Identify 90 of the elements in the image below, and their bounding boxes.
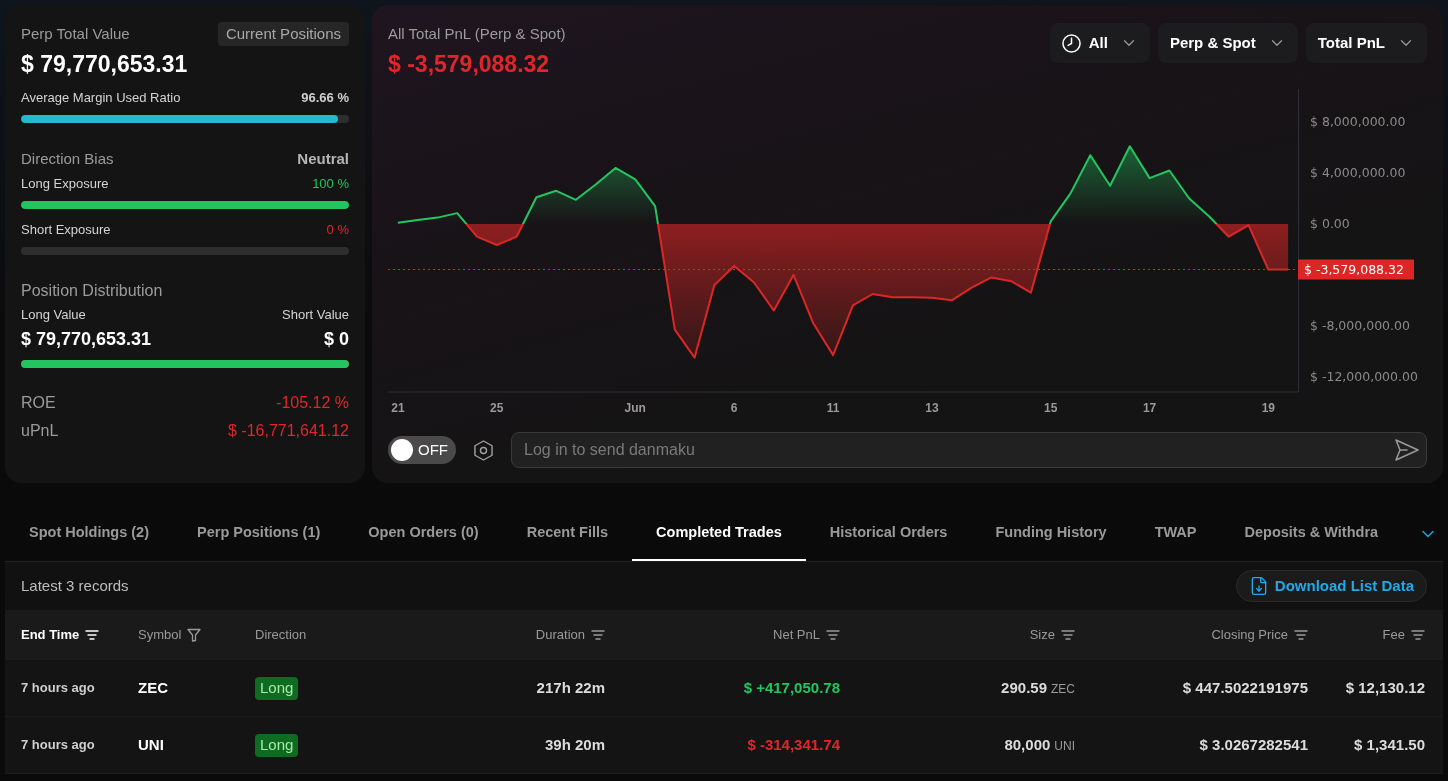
y-axis-label: $ -8,000,000.00 [1310,318,1410,334]
table-cell-text: ZEC [138,677,169,698]
x-axis-label: 13 [925,401,939,415]
x-axis-label: 21 [391,401,405,415]
sort-lines-icon [826,630,840,640]
column-header[interactable]: Direction [255,625,307,645]
download-button[interactable]: Download List Data [1235,570,1427,602]
metric-value: -105.12 % [276,393,349,413]
sort-lines-icon [1411,630,1425,640]
summary-title: Perp Total Value [21,23,130,44]
sort-lines-icon [1061,630,1075,640]
tab[interactable]: Spot Holdings (2) [5,506,173,561]
bias-value: Neutral [297,148,349,169]
tab[interactable]: TWAP [1130,506,1221,561]
size-value: 80,000 [1004,734,1051,755]
metric-value: 0 % [326,221,349,240]
table-cell-text: $ -314,341.74 [746,734,840,755]
unit-label: UNI [1054,737,1075,755]
table-cell-text: $ +417,050.78 [742,677,840,698]
x-axis-label: 19 [1261,401,1275,415]
column-header[interactable]: Symbol [138,625,202,645]
short-value: $ 0 [323,327,349,351]
column-header[interactable]: Closing Price [1211,625,1308,645]
tab[interactable]: Perp Positions (1) [173,506,345,561]
tab[interactable]: Recent Fills [502,506,633,561]
total-value: $ 79,770,653.31 [21,50,189,79]
x-axis-label: 17 [1142,401,1157,415]
filter-dropdown[interactable]: Perp & Spot [1157,23,1298,63]
table-cell-text: 39h 20m [543,734,605,755]
pnl-value: $ -3,579,088.32 [388,50,551,79]
section-title: Position Distribution [21,281,164,301]
metric-label: ROE [21,393,56,413]
y-axis-label: $ 0.00 [1310,216,1350,232]
table-cell-text: $ 1,341.50 [1353,734,1425,755]
column-header[interactable]: Duration [535,625,605,645]
column-header[interactable]: Size [1029,625,1075,645]
sort-lines-icon [85,630,100,640]
x-axis-label: 25 [490,401,504,415]
table-cell-text: $ 3.0267282541 [1198,734,1308,755]
period-dropdown[interactable]: All [1049,23,1150,63]
y-axis-label: $ 8,000,000.00 [1310,114,1406,130]
direction-badge: Long [255,733,299,757]
tab[interactable]: Funding History [971,506,1131,561]
metric-label: Average Margin Used Ratio [21,89,181,108]
tab[interactable]: Deposits & Withdra [1220,506,1403,561]
table-cell-text: $ 12,130.12 [1344,677,1425,698]
filter-icon [187,628,202,642]
x-axis-label: 15 [1044,401,1058,415]
tab[interactable]: Historical Orders [805,506,972,561]
x-axis-label: 6 [730,401,738,415]
x-axis-label: Jun [624,401,646,415]
long-value: $ 79,770,653.31 [21,327,152,351]
section-title: Direction Bias [21,148,114,169]
send-icon[interactable] [1395,439,1419,461]
metric-label: Short Exposure [21,221,111,240]
chart-title: All Total PnL (Perp & Spot) [388,24,566,44]
metric-label: Long Value [21,306,86,325]
metric-value: $ -16,771,641.12 [228,421,349,441]
table-cell-text: 7 hours ago [21,679,96,698]
column-header[interactable]: End Time [21,625,100,645]
records-count: Latest 3 records [21,575,129,596]
clock-icon [1061,33,1081,53]
settings-icon[interactable] [474,439,493,461]
positions-badge: Current Positions [217,22,349,46]
danmaku-toggle[interactable]: OFF [388,436,456,464]
x-axis-label: 11 [826,401,840,415]
direction-badge: Long [255,676,299,700]
column-header[interactable]: Net PnL [773,625,840,645]
size-value: 290.59 [1001,677,1047,698]
toggle-knob [391,439,413,461]
message-input[interactable]: Log in to send danmaku [511,432,1427,468]
metric-label: Short Value [282,306,349,325]
metric-label: uPnL [21,421,59,441]
metric-value: 100 % [312,175,349,194]
metric-value: 96.66 % [301,89,349,108]
tab[interactable]: Open Orders (0) [344,506,503,561]
column-header[interactable]: Fee [1382,625,1425,645]
metric-label: Long Exposure [21,175,109,194]
table-cell-text: $ 447.5022191975 [1181,677,1308,698]
unit-label: ZEC [1051,680,1075,698]
sort-lines-icon [591,630,605,640]
y-axis-label: $ -12,000,000.00 [1310,369,1418,385]
ref-line-label: $ -3,579,088.32 [1304,261,1404,277]
table-cell-text: 217h 22m [535,677,605,698]
table-cell-text: UNI [138,734,165,755]
sort-lines-icon [1294,630,1308,640]
price-label: $ -3,579,088.32 [1298,259,1414,280]
filter-dropdown[interactable]: Total PnL [1305,23,1427,63]
y-axis-label: $ 4,000,000.00 [1310,165,1406,181]
table-cell-text: 7 hours ago [21,736,96,755]
